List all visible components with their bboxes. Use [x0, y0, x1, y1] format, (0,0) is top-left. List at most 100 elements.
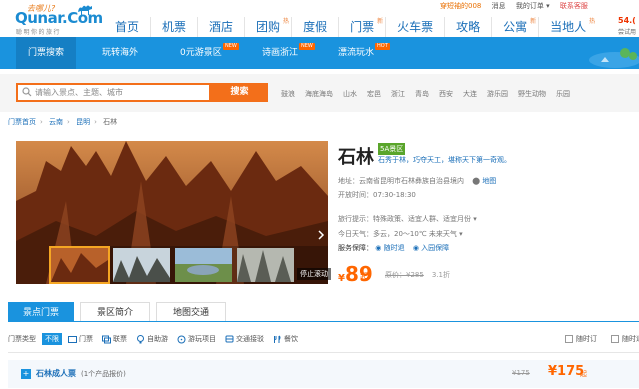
- new-badge: NEW: [223, 43, 239, 50]
- breadcrumb-current: 石林: [103, 118, 118, 126]
- hot-keyword[interactable]: 大连: [463, 90, 477, 98]
- username-link[interactable]: 穿短袖的008: [440, 2, 481, 10]
- map-link[interactable]: 地图: [482, 177, 496, 185]
- ticket-icon: [68, 335, 77, 343]
- ferris-wheel-icon: [177, 335, 186, 343]
- subnav-overseas[interactable]: 玩转海外: [102, 37, 138, 69]
- checkbox-refund-anytime[interactable]: 随时退: [611, 334, 639, 344]
- ticket-type-filter: 门票类型 不限 门票 联票 自助游 游玩项目 交通接驳 餐饮: [8, 333, 298, 345]
- thumbnail-3[interactable]: [175, 248, 232, 282]
- hot-keyword[interactable]: 野生动物: [518, 90, 546, 98]
- sub-nav: 门票搜索 玩转海外 0元游景区 NEW 诗画浙江 NEW 漂流玩水 HOT: [0, 37, 639, 69]
- qunar-logo[interactable]: Qunar.Com: [15, 9, 103, 27]
- address: 地址：云南省昆明市石林彝族自治县境内 ⬤ 地图: [338, 177, 497, 185]
- search-placeholder: 请输入景点、主题、城市: [35, 88, 123, 97]
- hot-keyword[interactable]: 宏邑: [367, 90, 381, 98]
- filter-transport[interactable]: 交通接驳: [225, 334, 264, 344]
- hot-keyword[interactable]: 青岛: [415, 90, 429, 98]
- hot-badge: HOT: [375, 43, 390, 50]
- breadcrumb: 门票首页 › 云南 › 昆明 › 石林: [8, 118, 118, 126]
- ticket-original-price: ¥175: [512, 369, 530, 377]
- contact-service-link[interactable]: 联系客服: [560, 2, 588, 10]
- breadcrumb-city[interactable]: 昆明: [76, 118, 90, 126]
- refund-anytime-icon: ◉: [375, 244, 382, 252]
- filter-activities[interactable]: 游玩项目: [177, 334, 216, 344]
- subnav-zhejiang[interactable]: 诗画浙江 NEW: [262, 37, 315, 69]
- filter-ticket[interactable]: 门票: [68, 334, 93, 344]
- nav-item-7[interactable]: 攻略: [444, 17, 491, 37]
- hot-keyword[interactable]: 游乐园: [487, 90, 508, 98]
- bus-icon: [225, 335, 234, 342]
- hot-keyword[interactable]: 西安: [439, 90, 453, 98]
- weather[interactable]: 今日天气：多云，20～10℃ 未来天气 ▾: [338, 229, 463, 239]
- messages-link[interactable]: 消息: [492, 2, 506, 10]
- service-guarantee: 服务保障： ◉ 随时退 ◉ 入园保障: [338, 244, 450, 252]
- nav-hot-badge: 热: [283, 18, 290, 25]
- nav-item-8[interactable]: 公寓新: [491, 17, 538, 37]
- nav-item-3[interactable]: 团购热: [244, 17, 291, 37]
- main-nav: 首页 机票 酒店 团购热度假 门票新火车票 攻略 公寓新当地人热: [104, 17, 597, 37]
- tab-tickets[interactable]: 景点门票: [8, 302, 74, 322]
- tab-map-transport[interactable]: 地图交通: [156, 302, 226, 322]
- subnav-ticket-search[interactable]: 门票搜索: [16, 37, 77, 69]
- promo-price[interactable]: 54.(: [618, 16, 636, 25]
- checkbox[interactable]: [565, 335, 573, 343]
- thumbnail-1[interactable]: [49, 246, 110, 284]
- decorative-banner-icon: [589, 48, 639, 68]
- refund-anytime-label[interactable]: 随时退: [384, 244, 405, 252]
- checkbox-book-anytime[interactable]: 随时订: [565, 334, 597, 344]
- opening-hours: 开放时间：07:30-18:30: [338, 191, 416, 199]
- logo-slogan: 聪明你的旅行: [16, 29, 62, 36]
- chevron-right-icon[interactable]: [317, 230, 325, 240]
- hot-keyword[interactable]: 山水: [343, 90, 357, 98]
- combo-ticket-icon: [102, 335, 111, 343]
- price-suffix: 起: [360, 272, 368, 281]
- filter-dining[interactable]: 餐饮: [273, 334, 298, 344]
- entry-guarantee-label[interactable]: 入园保障: [421, 244, 449, 252]
- nav-item-1[interactable]: 机票: [150, 17, 197, 37]
- level-badge: 5A景区: [378, 143, 406, 155]
- tab-intro[interactable]: 景区简介: [80, 302, 150, 322]
- hot-keyword[interactable]: 乐园: [556, 90, 570, 98]
- filter-combo[interactable]: 联票: [102, 334, 127, 344]
- nav-hot-badge: 新: [377, 18, 384, 25]
- user-links: 穿短袖的008 消息 我的订单 ▾ 联系客服: [440, 1, 596, 11]
- nav-item-5[interactable]: 门票新: [338, 17, 385, 37]
- subnav-rafting[interactable]: 漂流玩水 HOT: [338, 37, 390, 69]
- thumbnail-2[interactable]: [113, 248, 170, 282]
- hot-keywords: 鼓浪 海底海岛 山水 宏邑 浙江 青岛 西安 大连 游乐园 野生动物 乐园: [281, 89, 580, 99]
- stop-autoplay-button[interactable]: 停止滚动: [297, 268, 331, 280]
- dining-icon: [274, 335, 281, 343]
- nav-item-4[interactable]: 度假: [291, 17, 338, 37]
- my-orders-link[interactable]: 我的订单 ▾: [516, 2, 550, 10]
- promo-sub[interactable]: 尝试用: [618, 27, 636, 36]
- subnav-free-scenic[interactable]: 0元游景区 NEW: [180, 37, 239, 69]
- divider: [8, 352, 639, 353]
- nav-item-2[interactable]: 酒店: [197, 17, 244, 37]
- thumbnail-4[interactable]: [237, 248, 294, 282]
- hot-air-balloon-icon: [137, 334, 144, 343]
- breadcrumb-home[interactable]: 门票首页: [8, 118, 36, 126]
- search-button[interactable]: 搜索: [211, 83, 268, 102]
- discount: 3.1折: [431, 271, 450, 279]
- map-pin-icon: ⬤: [472, 177, 481, 185]
- nav-item-9[interactable]: 当地人热: [538, 17, 597, 37]
- hot-keyword[interactable]: 浙江: [391, 90, 405, 98]
- new-badge: NEW: [299, 43, 315, 50]
- page-title: 石林: [338, 147, 374, 168]
- travel-tips[interactable]: 旅行提示：特殊政策、适宜人群、适宜月份 ▾: [338, 214, 477, 224]
- nav-item-0[interactable]: 首页: [104, 17, 150, 37]
- expand-icon[interactable]: +: [21, 369, 31, 379]
- hot-keyword[interactable]: 鼓浪: [281, 90, 295, 98]
- ticket-price-suffix: 起: [580, 370, 587, 378]
- hot-keyword[interactable]: 海底海岛: [305, 90, 333, 98]
- filter-all[interactable]: 不限: [42, 333, 62, 345]
- entry-guarantee-icon: ◉: [412, 244, 419, 252]
- nav-item-6[interactable]: 火车票: [385, 17, 444, 37]
- filter-self-tour[interactable]: 自助游: [136, 334, 168, 344]
- nav-hot-badge: 热: [589, 18, 596, 25]
- original-price: 原价：¥285 3.1折: [385, 271, 450, 279]
- breadcrumb-province[interactable]: 云南: [49, 118, 63, 126]
- checkbox[interactable]: [611, 335, 619, 343]
- ticket-name[interactable]: 石林成人票: [36, 368, 76, 379]
